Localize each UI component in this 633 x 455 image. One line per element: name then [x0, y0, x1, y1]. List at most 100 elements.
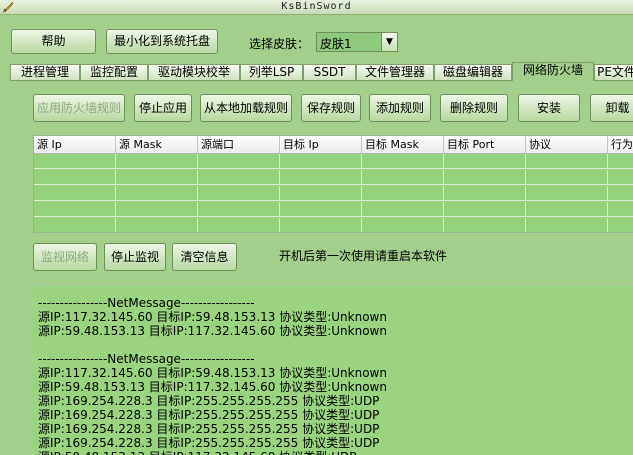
button-label: 添加规则 [375, 101, 424, 115]
table-row[interactable] [34, 186, 633, 201]
minimize-to-tray-button[interactable]: 最小化到系统托盘 [106, 29, 218, 54]
tab-4[interactable]: SSDT [303, 64, 356, 80]
tab-5[interactable]: 文件管理器 [356, 64, 434, 80]
table-row[interactable] [34, 170, 633, 185]
tab-2[interactable]: 驱动模块校举 [148, 64, 240, 80]
table-cell [34, 170, 116, 185]
table-cell [526, 218, 608, 232]
table-cell [608, 170, 633, 185]
uninstall-button[interactable]: 卸载 [590, 94, 633, 122]
button-label: 删除规则 [449, 101, 498, 115]
log-line: 源IP:59.48.153.13 目标IP:117.32.145.60 协议类型… [38, 450, 357, 455]
install-button[interactable]: 安装 [518, 94, 580, 122]
table-cell [526, 202, 608, 217]
table-row[interactable] [34, 154, 633, 169]
log-line: 源IP:169.254.228.3 目标IP:255.255.255.255 协… [38, 408, 380, 422]
button-label: 卸载 [605, 101, 630, 115]
table-cell [608, 202, 633, 217]
table-cell [34, 202, 116, 217]
skin-select[interactable]: 皮肤1 ▼ [316, 32, 398, 52]
table-cell [444, 170, 526, 185]
table-cell [34, 186, 116, 201]
column-header: 源 Ip [34, 136, 116, 153]
save-rules-button[interactable]: 保存规则 [301, 94, 361, 122]
table-cell [362, 170, 444, 185]
tab-8[interactable]: PE文件 [594, 64, 633, 80]
table-row[interactable] [34, 218, 633, 232]
log-line: ----------------NetMessage--------------… [38, 296, 255, 310]
log-line: 源IP:59.48.153.13 目标IP:117.32.145.60 协议类型… [38, 380, 387, 394]
clear-info-button[interactable]: 清空信息 [172, 243, 237, 271]
table-cell [444, 218, 526, 232]
table-cell [116, 154, 198, 169]
column-header: 目标 Mask [362, 136, 444, 153]
table-cell [526, 186, 608, 201]
table-cell [198, 218, 280, 232]
table-cell [362, 218, 444, 232]
table-cell [198, 170, 280, 185]
table-cell [608, 154, 633, 169]
button-label: 停止应用 [138, 101, 187, 115]
skin-select-value: 皮肤1 [320, 37, 352, 51]
delete-rule-button[interactable]: 删除规则 [440, 94, 508, 122]
firewall-rules-table[interactable]: 源 Ip 源 Mask 源端口 目标 Ip 目标 Mask 目标 Port 协议 行为 [33, 135, 633, 233]
button-label: 保存规则 [306, 101, 355, 115]
table-cell [198, 202, 280, 217]
table-cell [280, 186, 362, 201]
table-cell [280, 202, 362, 217]
button-label: 监视网络 [40, 250, 89, 264]
help-button[interactable]: 帮助 [11, 29, 96, 54]
table-cell [116, 218, 198, 232]
table-header: 源 Ip 源 Mask 源端口 目标 Ip 目标 Mask 目标 Port 协议 行为 [34, 136, 633, 154]
app-sword-icon [2, 1, 14, 13]
chevron-down-icon[interactable]: ▼ [381, 33, 397, 51]
stop-apply-button[interactable]: 停止应用 [134, 94, 192, 122]
window-title: KsBinSword [281, 1, 352, 12]
log-line: 源IP:169.254.228.3 目标IP:255.255.255.255 协… [38, 394, 380, 408]
table-cell [444, 186, 526, 201]
title-bar: KsBinSword [0, 0, 633, 15]
column-header: 协议 [526, 136, 608, 153]
table-cell [526, 154, 608, 169]
table-cell [280, 154, 362, 169]
tab-3[interactable]: 列举LSP [240, 64, 303, 80]
column-header: 目标 Port [444, 136, 526, 153]
table-cell [526, 170, 608, 185]
column-header: 源端口 [198, 136, 280, 153]
table-cell [280, 170, 362, 185]
table-cell [116, 202, 198, 217]
table-cell [116, 186, 198, 201]
add-rule-button[interactable]: 添加规则 [369, 94, 431, 122]
column-header: 目标 Ip [280, 136, 362, 153]
table-row[interactable] [34, 202, 633, 217]
table-cell [444, 154, 526, 169]
skin-label: 选择皮肤： [249, 37, 310, 51]
button-label: 应用防火墙规则 [36, 101, 121, 115]
column-header: 行为 [608, 136, 633, 153]
stop-monitor-button[interactable]: 停止监视 [104, 243, 166, 271]
table-cell [280, 218, 362, 232]
tab-6[interactable]: 磁盘编辑器 [434, 64, 512, 80]
log-line: 源IP:117.32.145.60 目标IP:59.48.153.13 协议类型… [38, 310, 387, 324]
button-label: 清空信息 [180, 250, 229, 264]
tab-bar: 进程管理 监控配置 驱动模块校举 列举LSP SSDT 文件管理器 磁盘编辑器 网络防火墙 PE… [10, 62, 633, 81]
tab-0[interactable]: 进程管理 [10, 64, 80, 80]
table-cell [608, 186, 633, 201]
table-cell [362, 202, 444, 217]
tab-7[interactable]: 网络防火墙 [512, 62, 594, 81]
log-line: 源IP:169.254.228.3 目标IP:255.255.255.255 协… [38, 436, 380, 450]
table-cell [362, 154, 444, 169]
monitor-network-button[interactable]: 监视网络 [33, 243, 97, 271]
tab-1[interactable]: 监控配置 [80, 64, 148, 80]
log-line: 源IP:117.32.145.60 目标IP:59.48.153.13 协议类型… [38, 366, 387, 380]
load-rules-button[interactable]: 从本地加载规则 [200, 94, 292, 122]
table-cell [34, 218, 116, 232]
apply-firewall-rules-button[interactable]: 应用防火墙规则 [33, 94, 125, 122]
net-message-log[interactable]: ----------------NetMessage--------------… [33, 285, 633, 455]
log-line: 源IP:169.254.228.3 目标IP:255.255.255.255 协… [38, 422, 380, 436]
column-header: 源 Mask [116, 136, 198, 153]
button-label: 从本地加载规则 [203, 101, 288, 115]
button-label: 安装 [536, 101, 561, 115]
log-line: ----------------NetMessage--------------… [38, 352, 255, 366]
table-cell [34, 154, 116, 169]
